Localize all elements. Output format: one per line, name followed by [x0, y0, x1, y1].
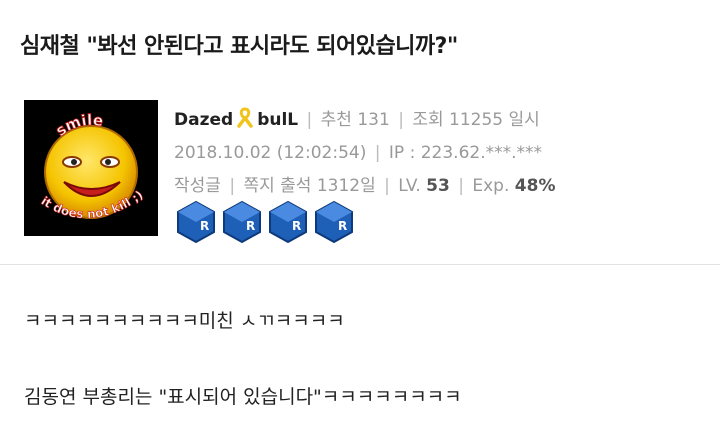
rank-badge-icon: R: [269, 200, 307, 244]
smiley-avatar-image: smile it does not kill ;): [24, 100, 158, 236]
recommend-count: 131: [357, 110, 390, 130]
yellow-ribbon-icon: [237, 107, 253, 128]
attendance-label: 출석: [280, 176, 312, 196]
svg-text:R: R: [200, 219, 209, 233]
post-content-line-2: 김동연 부총리는 "표시되어 있습니다"ㅋㅋㅋㅋㅋㅋㅋㅋ: [24, 386, 462, 408]
rank-badge-icon: R: [315, 200, 353, 244]
post-content-line-1: ㅋㅋㅋㅋㅋㅋㅋㅋㅋㅋ미친 ㅅㄲㅋㅋㅋㅋ: [24, 310, 345, 332]
level-value: 53: [426, 176, 450, 196]
ip-label: IP :: [388, 143, 416, 163]
rank-badges: R R R R: [174, 200, 356, 244]
header-divider: [0, 264, 720, 265]
svg-text:R: R: [292, 219, 301, 233]
datetime-label: 일시: [508, 110, 540, 130]
post-datetime: 2018.10.02 (12:02:54): [174, 143, 367, 163]
rank-badge-icon: R: [177, 200, 215, 244]
rank-badge-icon: R: [223, 200, 261, 244]
posts-link[interactable]: 작성글: [174, 176, 221, 196]
author-line-2: 2018.10.02 (12:02:54) | IP : 223.62.***.…: [174, 143, 543, 163]
message-link[interactable]: 쪽지: [243, 176, 274, 196]
level-label: LV.: [398, 176, 421, 196]
author-info: Dazed bulL | 추천 131 | 조회 11255 일시 2018.10…: [174, 104, 555, 203]
svg-text:R: R: [246, 219, 255, 233]
avatar[interactable]: smile it does not kill ;): [24, 100, 158, 236]
svg-text:R: R: [338, 219, 347, 233]
views-count: 11255: [449, 110, 504, 130]
ip-address: 223.62.***.***: [420, 143, 543, 163]
exp-value: 48%: [514, 176, 556, 196]
post-title: 심재철 "봐선 안된다고 표시라도 되어있습니까?": [20, 34, 458, 59]
exp-label: Exp.: [472, 176, 510, 196]
author-line-3: 작성글 | 쪽지 출석 1312일 | LV. 53 | Exp. 48%: [174, 176, 556, 196]
recommend-label: 추천: [320, 110, 352, 130]
author-name[interactable]: Dazed bulL: [174, 107, 298, 130]
author-line-1: Dazed bulL | 추천 131 | 조회 11255 일시: [174, 104, 555, 137]
attendance-value: 1312일: [316, 176, 376, 196]
views-label: 조회: [412, 110, 444, 130]
